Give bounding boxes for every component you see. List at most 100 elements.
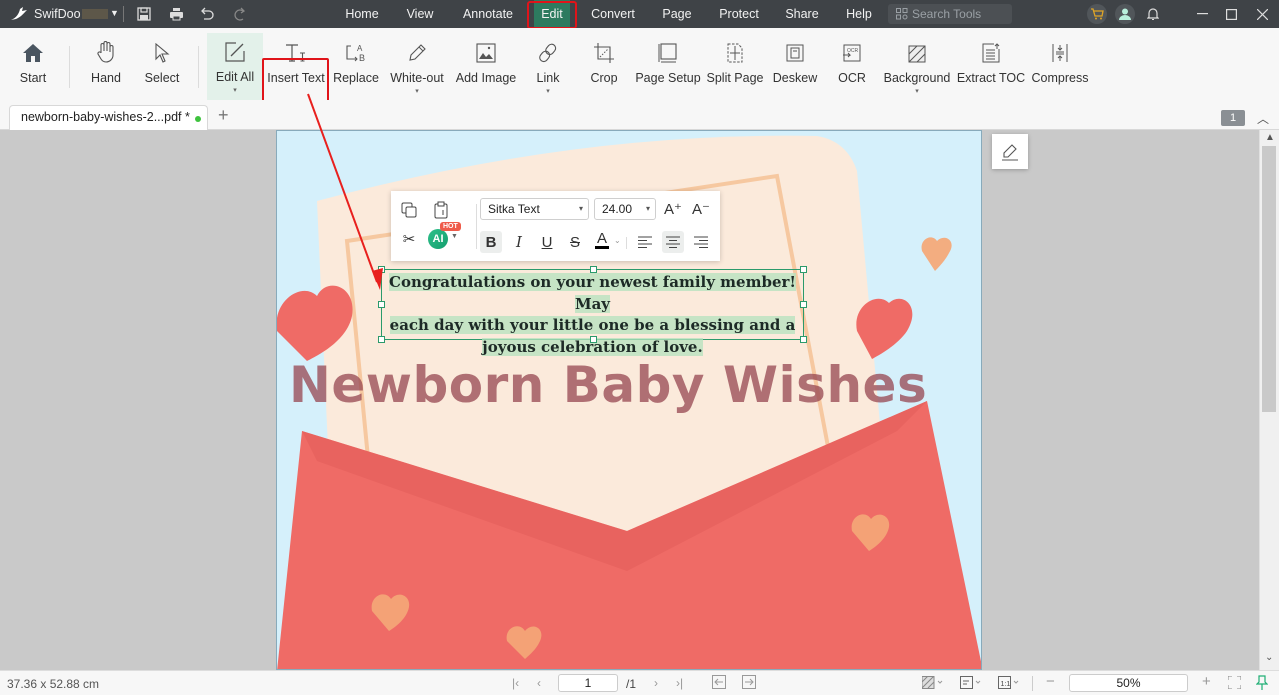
save-icon[interactable] (135, 5, 153, 23)
resize-handle[interactable] (800, 266, 807, 273)
page-layout-icon[interactable] (960, 676, 984, 692)
last-page-icon[interactable]: ›| (676, 676, 683, 690)
next-page-icon[interactable]: › (654, 676, 658, 690)
zoom-level-input[interactable]: 50% (1069, 674, 1188, 692)
ai-dropdown-caret-icon[interactable]: ▼ (451, 233, 458, 240)
menu-protect[interactable]: Protect (714, 0, 764, 28)
page-count-badge: 1 (1221, 110, 1245, 126)
menu-page[interactable]: Page (659, 0, 695, 28)
ribbon-crop-button[interactable]: Crop (585, 34, 623, 100)
fullscreen-icon[interactable] (1227, 675, 1242, 692)
dropdown-caret-icon: ▾ (233, 87, 237, 94)
menu-convert[interactable]: Convert (586, 0, 640, 28)
font-color-caret-icon[interactable]: ⌄ (614, 236, 621, 245)
resize-handle[interactable] (378, 336, 385, 343)
align-right-icon[interactable] (690, 231, 712, 253)
ribbon-hand-button[interactable]: Hand (86, 34, 126, 100)
align-left-icon[interactable] (634, 231, 656, 253)
app-menu-caret-icon[interactable]: ▼ (110, 8, 119, 18)
bold-button[interactable]: B (480, 231, 502, 253)
previous-view-icon[interactable] (712, 675, 726, 692)
font-color-swatch (595, 245, 609, 249)
current-page-input[interactable]: 1 (558, 674, 618, 692)
ribbon-add-image-button[interactable]: Add Image (454, 34, 518, 100)
ribbon-insert-text-button[interactable]: Insert Text (266, 34, 326, 100)
vertical-scrollbar[interactable]: ▲ ⌄ (1259, 130, 1279, 670)
ribbon-label: OCR (838, 71, 866, 85)
ribbon-ocr-button[interactable]: OCR OCR (834, 34, 870, 100)
user-avatar-icon[interactable] (1115, 4, 1135, 24)
ribbon-label: White-out (390, 71, 444, 85)
italic-button[interactable]: I (508, 231, 530, 253)
menu-annotate[interactable]: Annotate (458, 0, 518, 28)
resize-handle[interactable] (378, 266, 385, 273)
collapse-ribbon-chevron-up-icon[interactable]: ︿ (1257, 110, 1269, 127)
ribbon-replace-button[interactable]: AB Replace (333, 34, 379, 100)
ribbon-white-out-button[interactable]: White-out ▾ (388, 34, 446, 100)
strikethrough-button[interactable]: S (564, 231, 586, 253)
cut-icon[interactable]: ✂ (398, 228, 420, 250)
close-icon[interactable] (1245, 0, 1279, 28)
app-name[interactable]: SwifDoo (34, 7, 81, 21)
font-size-select[interactable]: 24.00 ▾ (594, 198, 656, 220)
ribbon-deskew-button[interactable]: Deskew (773, 34, 817, 100)
document-tab[interactable]: newborn-baby-wishes-2...pdf * (9, 105, 208, 130)
align-center-icon[interactable] (662, 231, 684, 253)
resize-handle[interactable] (800, 336, 807, 343)
cart-icon[interactable] (1087, 4, 1107, 24)
scrollbar-thumb[interactable] (1262, 146, 1276, 412)
ribbon-select-button[interactable]: Select (142, 34, 182, 100)
ribbon-split-page-button[interactable]: Split Page (706, 34, 764, 100)
ribbon-label: Split Page (706, 71, 764, 85)
zoom-out-button[interactable]: − (1046, 673, 1055, 690)
font-color-button[interactable]: A (591, 229, 613, 251)
ribbon-compress-button[interactable]: Compress (1031, 34, 1089, 100)
paste-icon[interactable] (430, 199, 452, 221)
floating-edit-button[interactable] (992, 134, 1028, 169)
ribbon-page-setup-button[interactable]: Page Setup (635, 34, 701, 100)
font-family-select[interactable]: Sitka Text ▾ (480, 198, 589, 220)
scroll-down-icon[interactable]: ⌄ (1265, 652, 1273, 663)
ribbon-edit-all-button[interactable]: Edit All ▾ (207, 33, 263, 100)
actual-size-icon[interactable]: 1:1 (998, 676, 1022, 692)
ribbon-label: Add Image (455, 71, 517, 85)
add-tab-button[interactable]: + (218, 105, 229, 126)
font-family-value: Sitka Text (488, 202, 540, 216)
text-line[interactable]: Congratulations on your newest family me… (389, 273, 796, 313)
copy-icon[interactable] (398, 199, 420, 221)
scroll-up-icon[interactable]: ▲ (1265, 132, 1275, 143)
undo-icon[interactable] (198, 5, 216, 23)
ribbon-link-button[interactable]: Link ▾ (530, 34, 566, 100)
menu-help[interactable]: Help (841, 0, 877, 28)
menu-home[interactable]: Home (340, 0, 384, 28)
increase-font-size-button[interactable]: A⁺ (662, 198, 684, 220)
decrease-font-size-button[interactable]: A⁻ (690, 198, 712, 220)
search-tools-input[interactable]: Search Tools (888, 4, 1012, 24)
previous-page-icon[interactable]: ‹ (537, 676, 541, 690)
text-line[interactable]: each day with your little one be a bless… (389, 316, 796, 334)
underline-button[interactable]: U (536, 231, 558, 253)
ribbon-label: Select (144, 71, 180, 85)
first-page-icon[interactable]: |‹ (512, 676, 519, 690)
redo-icon[interactable] (230, 5, 248, 23)
ribbon-start-button[interactable]: Start (14, 34, 52, 100)
selected-text-box[interactable]: Congratulations on your newest family me… (378, 266, 807, 356)
notification-bell-icon[interactable] (1144, 5, 1162, 23)
zoom-in-button[interactable]: + (1202, 673, 1211, 690)
resize-handle[interactable] (590, 266, 597, 273)
background-mode-icon[interactable] (921, 675, 946, 692)
maximize-icon[interactable] (1214, 0, 1248, 28)
ribbon-label: Start (19, 71, 47, 85)
pin-icon[interactable] (1255, 675, 1269, 693)
print-icon[interactable] (167, 5, 185, 23)
resize-handle[interactable] (378, 301, 385, 308)
resize-handle[interactable] (590, 336, 597, 343)
resize-handle[interactable] (800, 301, 807, 308)
menu-edit[interactable]: Edit (534, 0, 570, 28)
next-view-icon[interactable] (742, 675, 756, 692)
menu-share[interactable]: Share (783, 0, 821, 28)
ribbon-background-button[interactable]: Background ▾ (883, 34, 951, 100)
ai-assistant-button[interactable]: AI (428, 229, 448, 249)
ribbon-extract-toc-button[interactable]: Extract TOC (957, 34, 1025, 100)
menu-view[interactable]: View (402, 0, 438, 28)
